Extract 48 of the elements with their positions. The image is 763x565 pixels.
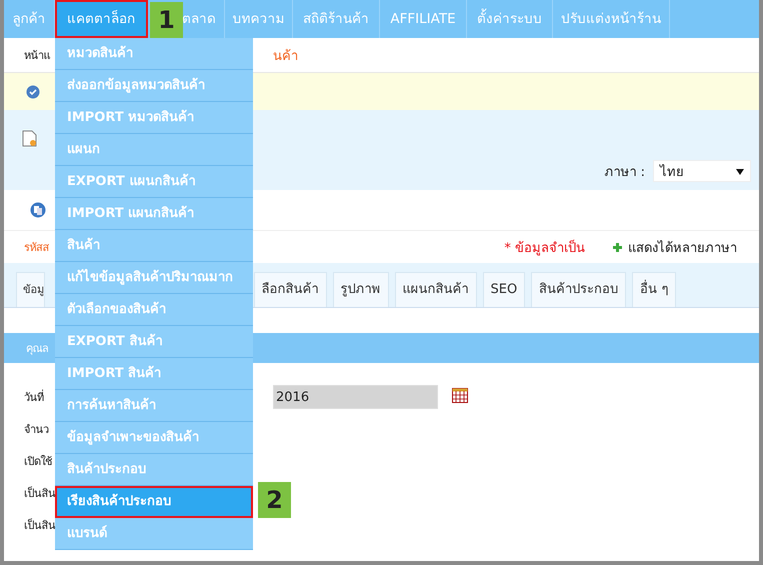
caret-icon[interactable] xyxy=(736,168,744,174)
tab[interactable]: สินค้าประกอบ xyxy=(531,272,626,307)
tab[interactable]: แผนกสินค้า xyxy=(394,272,476,307)
breadcrumb-text: หน้าแ xyxy=(24,48,50,64)
field-label: เปิดใช้ xyxy=(24,454,52,470)
menu-item[interactable]: ส่งออกข้อมูลหมวดสินค้า xyxy=(55,70,253,102)
field-label: รหัสส xyxy=(24,240,49,256)
section-title: คุณล xyxy=(26,341,48,357)
nav-item[interactable]: ตั้งค่าระบบ xyxy=(467,0,553,38)
menu-item[interactable]: IMPORT หมวดสินค้า xyxy=(55,102,253,134)
language-label: ภาษา : xyxy=(604,164,645,182)
step-badge: 1 xyxy=(150,2,183,38)
nav-item[interactable]: แคตตาล็อก xyxy=(55,0,148,38)
check-icon xyxy=(26,84,40,98)
menu-item[interactable]: แก้ไขข้อมูลสินค้าปริมาณมาก xyxy=(55,262,253,294)
tab[interactable]: SEO xyxy=(482,272,526,307)
tab[interactable]: ลือกสินค้า xyxy=(254,272,326,307)
plus-icon xyxy=(613,242,622,252)
menu-item[interactable]: แบรนด์ xyxy=(55,518,253,550)
required-note: * ข้อมูลจำเป็น xyxy=(504,238,585,258)
calendar-icon[interactable] xyxy=(452,388,468,402)
date-field[interactable]: 2016 xyxy=(273,385,438,409)
field-label: เป็นสิน xyxy=(24,485,56,502)
tab[interactable]: อื่น ๆ xyxy=(632,272,676,307)
field-label: วันที่ xyxy=(24,388,44,406)
menu-item[interactable]: สินค้า xyxy=(55,230,253,262)
menu-item[interactable]: ข้อมูลจำเพาะของสินค้า xyxy=(55,422,253,454)
menu-item[interactable]: ตัวเลือกของสินค้า xyxy=(55,294,253,326)
nav-item[interactable]: ปรับแต่งหน้าร้าน xyxy=(553,0,670,38)
menu-item[interactable]: แผนก xyxy=(55,134,253,166)
step-badge: 2 xyxy=(258,482,291,518)
menu-item[interactable]: EXPORT สินค้า xyxy=(55,326,253,358)
menu-item[interactable]: IMPORT แผนกสินค้า xyxy=(55,198,253,230)
menu-item[interactable]: เรียงสินค้าประกอบ xyxy=(55,486,253,518)
language-select[interactable]: ไทย xyxy=(653,160,751,182)
nav-item[interactable]: AFFILIATE xyxy=(380,0,467,38)
breadcrumb-link[interactable]: นค้า xyxy=(273,44,759,66)
field-label: เป็นสิน xyxy=(24,517,56,534)
document-icon xyxy=(22,130,38,147)
multilanguage-note: แสดงได้หลายภาษา xyxy=(628,239,737,258)
tab[interactable]: ข้อมู xyxy=(16,272,44,307)
nav-item[interactable]: สถิติร้านค้า xyxy=(293,0,380,38)
menu-item[interactable]: IMPORT สินค้า xyxy=(55,358,253,390)
menu-item[interactable]: การค้นหาสินค้า xyxy=(55,390,253,422)
copy-icon xyxy=(30,202,46,218)
menu-item[interactable]: EXPORT แผนกสินค้า xyxy=(55,166,253,198)
tab[interactable]: รูปภาพ xyxy=(332,272,388,307)
field-label: จำนว xyxy=(24,422,48,438)
